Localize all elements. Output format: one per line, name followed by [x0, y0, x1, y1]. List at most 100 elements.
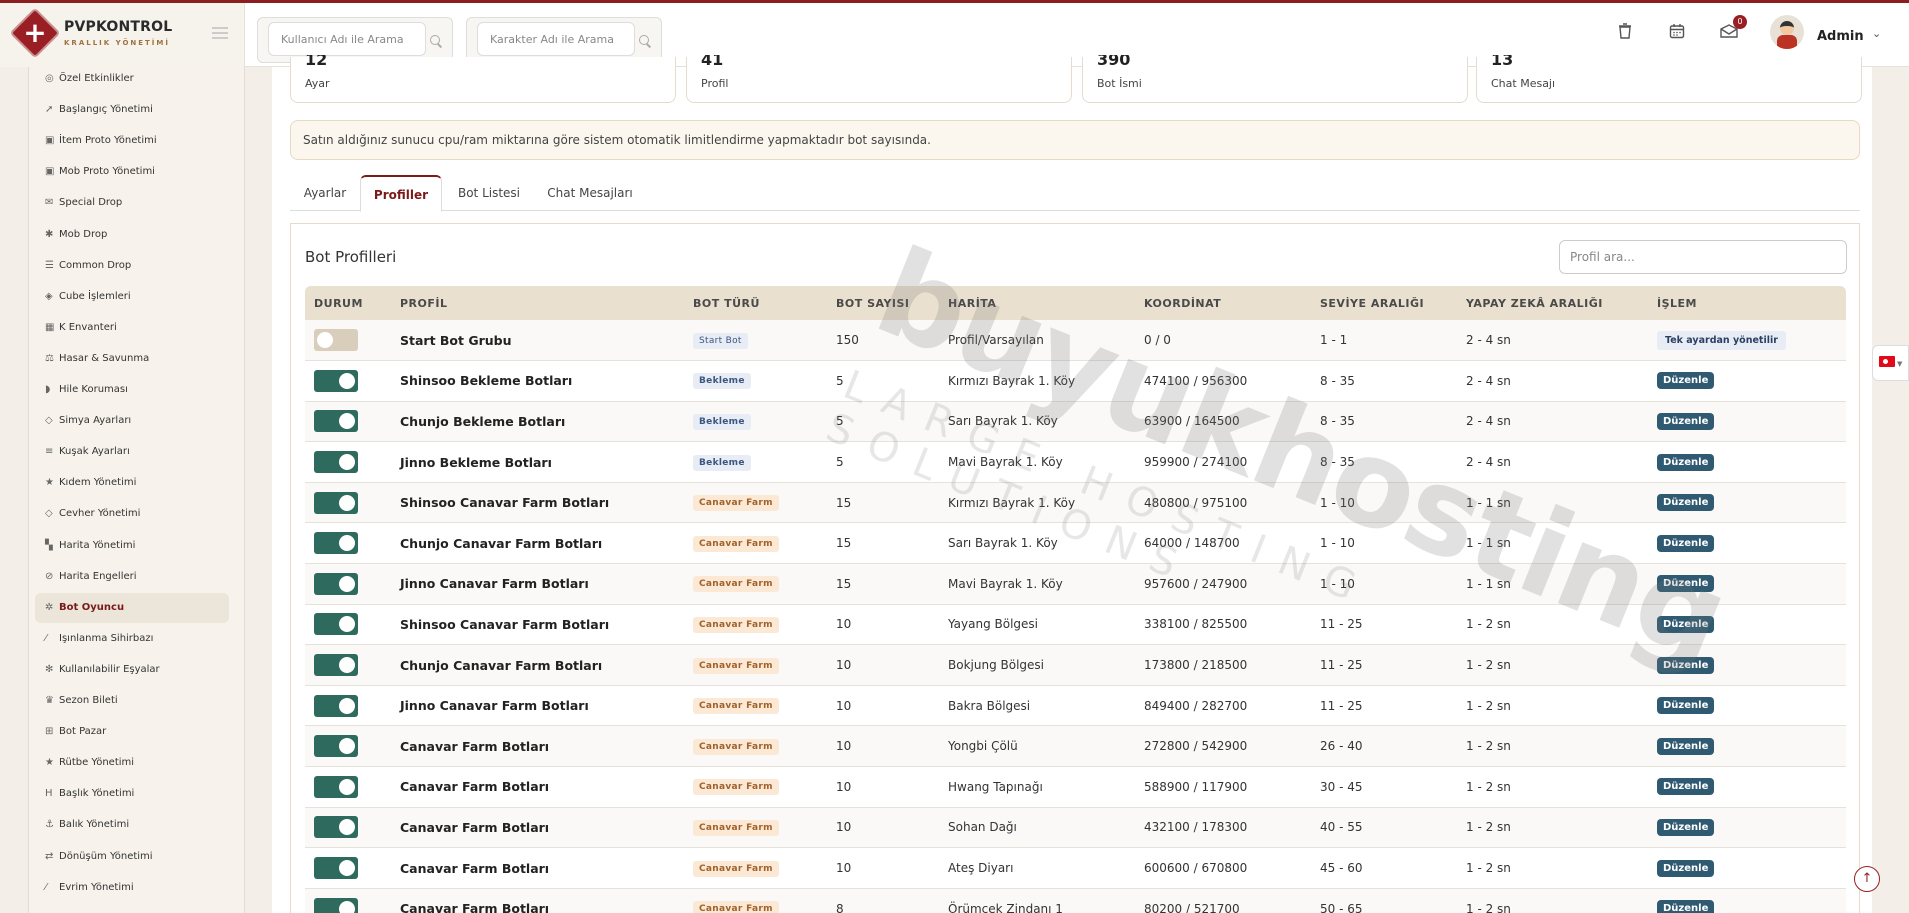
sidebar-item[interactable]: ♛ Sezon Bileti	[35, 686, 229, 716]
sidebar-item[interactable]: ⁄ Evrim Yönetimi	[35, 873, 229, 903]
sidebar-item[interactable]: ✲ Bot Oyuncu	[35, 592, 229, 623]
edit-button[interactable]: Düzenle	[1657, 453, 1715, 471]
status-toggle[interactable]	[314, 613, 358, 636]
status-toggle[interactable]	[314, 654, 358, 677]
panel-title: Bot Profilleri	[305, 248, 397, 266]
sidebar-item[interactable]: ☰ Common Drop	[35, 251, 229, 281]
calendar-icon[interactable]	[1667, 23, 1687, 43]
sidebar-item[interactable]: ▦ K Envanteri	[35, 313, 229, 343]
tab-profiller[interactable]: Profiller	[360, 175, 442, 212]
status-toggle[interactable]	[314, 369, 358, 392]
status-toggle[interactable]	[314, 897, 358, 913]
ai-interval: 1 - 2 sn	[1466, 901, 1511, 913]
edit-button[interactable]: Düzenle	[1657, 697, 1715, 715]
character-search-input[interactable]	[477, 22, 635, 56]
sidebar-item[interactable]: ◈ Cube İşlemleri	[35, 282, 229, 312]
sidebar-item[interactable]: ◗ Hile Koruması	[35, 375, 229, 405]
bot-count: 15	[836, 576, 852, 591]
language-selector[interactable]: ▼	[1872, 345, 1909, 381]
column-header[interactable]: DURUM	[305, 286, 391, 320]
sidebar-item[interactable]: ➚ Başlangıç Yönetimi	[35, 95, 229, 125]
sidebar-item[interactable]: ⁄ Işınlanma Sihirbazı	[35, 624, 229, 654]
user-search-input[interactable]	[268, 22, 426, 56]
sidebar-item[interactable]: ★ Rütbe Yönetimi	[35, 748, 229, 778]
brand-area[interactable]: + PVPKONTROL KRALLIK YÖNETİMİ	[0, 3, 245, 67]
status-toggle[interactable]	[314, 491, 358, 514]
column-header[interactable]: PROFİL	[391, 286, 684, 320]
column-header[interactable]: KOORDİNAT	[1135, 286, 1311, 320]
column-header[interactable]: HARİTA	[939, 286, 1135, 320]
edit-button[interactable]: Düzenle	[1657, 575, 1715, 593]
chevron-down-icon[interactable]: ⌄	[1872, 27, 1881, 40]
edit-button[interactable]: Düzenle	[1657, 372, 1715, 390]
hamburger-menu-icon[interactable]	[212, 27, 228, 39]
edit-button[interactable]: Düzenle	[1657, 412, 1715, 430]
sidebar-item[interactable]: ▣ İtem Proto Yönetimi	[35, 126, 229, 156]
column-header[interactable]: YAPAY ZEKÂ ARALIĞI	[1457, 286, 1648, 320]
avatar[interactable]	[1770, 15, 1804, 49]
column-header[interactable]: İŞLEM	[1648, 286, 1846, 320]
status-toggle[interactable]	[314, 532, 358, 555]
sidebar-item[interactable]: ⚖ Hasar & Savunma	[35, 344, 229, 374]
status-toggle[interactable]	[314, 857, 358, 880]
sidebar-item[interactable]: ▚ Harita Yönetimi	[35, 531, 229, 561]
bot-type-badge: Bekleme	[693, 413, 751, 430]
sidebar-item[interactable]: ⊞ Bot Pazar	[35, 717, 229, 747]
sidebar-item[interactable]: ⊘ Harita Engelleri	[35, 562, 229, 592]
sidebar-item[interactable]: ≡ Kuşak Ayarları	[35, 437, 229, 467]
gem-icon: ◇	[45, 508, 53, 520]
edit-button[interactable]: Düzenle	[1657, 494, 1715, 512]
sidebar-item-label: K Envanteri	[59, 321, 117, 333]
status-toggle[interactable]	[314, 775, 358, 798]
action-cell: Düzenle	[1648, 523, 1846, 564]
bot-type-cell: Canavar Farm	[684, 726, 827, 767]
sidebar-item[interactable]: H Başlık Yönetimi	[35, 779, 229, 809]
sidebar-item[interactable]: ✱ Mob Drop	[35, 220, 229, 250]
edit-button[interactable]: Düzenle	[1657, 737, 1715, 755]
coordinate: 338100 / 825500	[1144, 617, 1248, 632]
sidebar-item[interactable]: ◎ Özel Etkinlikler	[35, 67, 229, 94]
edit-button[interactable]: Düzenle	[1657, 778, 1715, 796]
status-toggle[interactable]	[314, 816, 358, 839]
tab-ayarlar[interactable]: Ayarlar	[290, 175, 360, 212]
status-toggle[interactable]	[314, 735, 358, 758]
sidebar-item[interactable]: ✉ Special Drop	[35, 188, 229, 218]
sidebar-item[interactable]: ▣ Mob Proto Yönetimi	[35, 157, 229, 187]
tab-chat-mesajlari[interactable]: Chat Mesajları	[536, 175, 644, 212]
sidebar-item[interactable]: ★ Kıdem Yönetimi	[35, 468, 229, 498]
toggle-knob	[339, 454, 355, 471]
edit-button[interactable]: Düzenle	[1657, 534, 1715, 552]
stat-label: Profil	[701, 77, 729, 90]
edit-button[interactable]: Düzenle	[1657, 656, 1715, 674]
bot-type-cell: Canavar Farm	[684, 767, 827, 808]
status-toggle[interactable]	[314, 410, 358, 433]
scroll-to-top-button[interactable]: ↑	[1854, 866, 1880, 892]
column-header[interactable]: BOT SAYISI	[827, 286, 939, 320]
table-row: Start Bot Grubu Start Bot 150 Profil/Varsay…	[305, 320, 1846, 361]
edit-button[interactable]: Düzenle	[1657, 615, 1715, 633]
status-toggle[interactable]	[314, 451, 358, 474]
status-toggle[interactable]	[314, 572, 358, 595]
admin-name[interactable]: Admin	[1817, 29, 1864, 44]
column-header[interactable]: SEVİYE ARALIĞI	[1311, 286, 1457, 320]
column-header[interactable]: BOT TÜRÜ	[684, 286, 827, 320]
sidebar-item[interactable]: ◇ Simya Ayarları	[35, 406, 229, 436]
profile-search-input[interactable]	[1559, 240, 1847, 274]
bot-type-badge: Canavar Farm	[693, 779, 779, 796]
tab-bot-listesi[interactable]: Bot Listesi	[442, 175, 536, 212]
table-row: Shinsoo Canavar Farm Botları Canavar Farm…	[305, 482, 1846, 523]
edit-button[interactable]: Düzenle	[1657, 900, 1715, 913]
trash-icon[interactable]	[1615, 23, 1635, 43]
map-name: Sarı Bayrak 1. Köy	[948, 536, 1058, 551]
sidebar-item[interactable]: ⚓ Balık Yönetimi	[35, 810, 229, 840]
edit-button[interactable]: Düzenle	[1657, 859, 1715, 877]
edit-button[interactable]: Düzenle	[1657, 818, 1715, 836]
toggle-knob	[339, 778, 355, 795]
status-toggle[interactable]	[314, 694, 358, 717]
sidebar-item[interactable]: ◇ Cevher Yönetimi	[35, 499, 229, 529]
sidebar-item[interactable]: ⇄ Dönüşüm Yönetimi	[35, 842, 229, 872]
status-toggle[interactable]	[314, 329, 358, 352]
search-icon[interactable]	[430, 35, 442, 47]
sidebar-item[interactable]: ✻ Kullanılabilir Eşyalar	[35, 655, 229, 685]
search-icon[interactable]	[639, 35, 651, 47]
